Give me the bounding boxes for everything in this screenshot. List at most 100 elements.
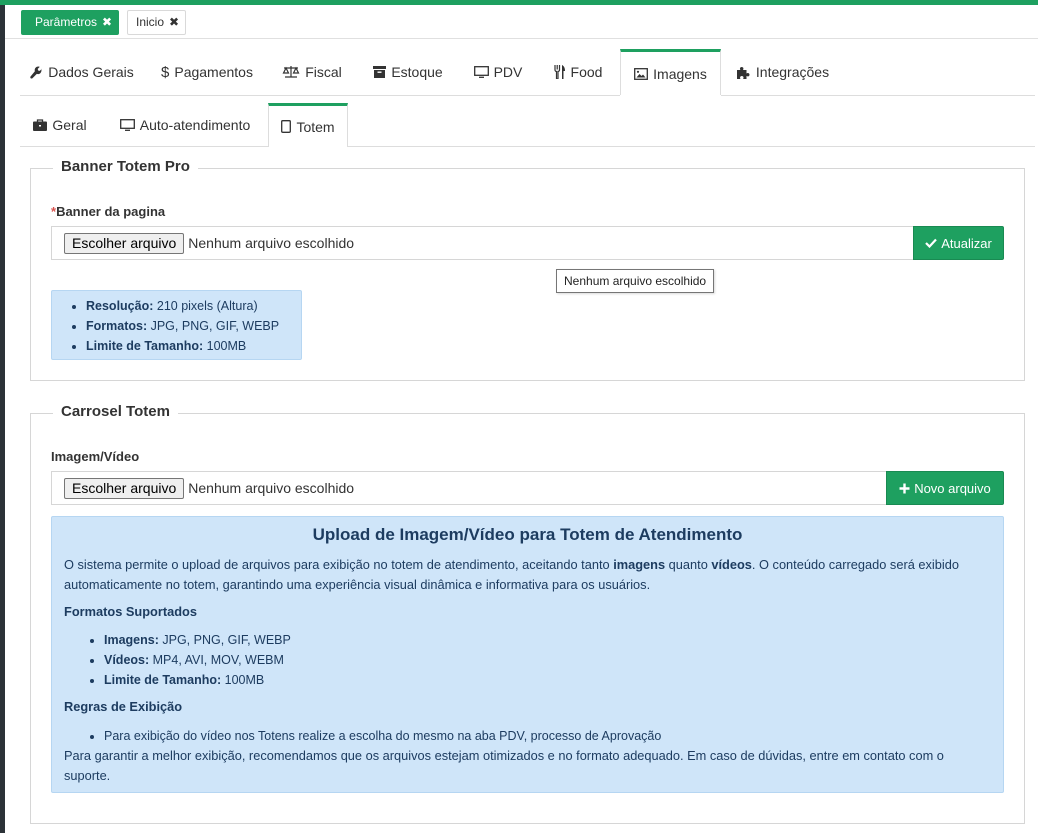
rules-list: Para exibição do vídeo nos Totens realiz… (70, 726, 970, 746)
list-item: Limite de Tamanho: 100MB (104, 670, 291, 690)
spec-value: JPG, PNG, GIF, WEBP (147, 319, 280, 333)
tab-food[interactable]: Food (546, 49, 610, 95)
carousel-file-input[interactable]: Escolher arquivo Nenhum arquivo escolhid… (51, 471, 887, 505)
left-sidebar-edge (0, 5, 5, 833)
list-item: Resolução: 210 pixels (Altura) (86, 296, 301, 316)
tab-label: Estoque (391, 64, 443, 80)
tab-label: Food (570, 64, 603, 80)
tab-underline (20, 95, 620, 96)
rules-list-wrap: Para exibição do vídeo nos Totens realiz… (70, 726, 970, 746)
new-file-button-label: Novo arquivo (914, 480, 991, 496)
file-status-text: Nenhum arquivo escolhido (188, 480, 355, 496)
choose-file-button[interactable]: Escolher arquivo (64, 477, 185, 499)
section-legend: Carrosel Totem (53, 403, 178, 420)
tab-label: Imagens (653, 65, 707, 82)
file-status-text: Nenhum arquivo escolhido (188, 235, 355, 251)
dollar-icon: $ (161, 63, 170, 81)
spec-key: Formatos: (86, 319, 148, 333)
tab-imagens[interactable]: Imagens (620, 49, 721, 95)
upload-info-title: Upload de Imagem/Vídeo para Totem de Ate… (312, 525, 743, 544)
tablet-icon (281, 120, 292, 133)
intro-text: . O conteúdo carregado será exibido (751, 557, 959, 572)
cutlery-icon (553, 65, 565, 79)
update-button-label: Atualizar (941, 235, 992, 251)
monitor-icon (473, 66, 489, 78)
sub-tabs: Geral Auto-atendimento Totem (20, 103, 1030, 147)
puzzle-icon (736, 66, 750, 79)
intro-bold: imagens (613, 557, 666, 572)
banner-specs-list: Resolução: 210 pixels (Altura) Formatos:… (52, 296, 301, 356)
intro-text: quanto (665, 557, 712, 572)
format-value: 100MB (221, 673, 265, 687)
list-item: Limite de Tamanho: 100MB (86, 336, 301, 356)
upload-info-box: Upload de Imagem/Vídeo para Totem de Ate… (51, 516, 1004, 793)
tab-pdv[interactable]: PDV (467, 49, 529, 95)
list-item: Imagens: JPG, PNG, GIF, WEBP (104, 630, 291, 650)
close-icon[interactable]: ✖ (169, 11, 179, 34)
choose-file-button[interactable]: Escolher arquivo (64, 232, 185, 254)
format-value: JPG, PNG, GIF, WEBP (158, 633, 291, 647)
spec-key: Resolução: (86, 299, 154, 313)
tab-label: Pagamentos (174, 64, 253, 80)
subtab-totem[interactable]: Totem (268, 103, 348, 147)
banner-file-input[interactable]: Escolher arquivo Nenhum arquivo escolhid… (51, 226, 914, 260)
section-legend: Banner Totem Pro (53, 158, 198, 175)
upload-footer-line1: Para garantir a melhor exibição, recomen… (64, 748, 944, 763)
list-item: Para exibição do vídeo nos Totens realiz… (104, 726, 970, 746)
formats-heading: Formatos Suportados (64, 604, 197, 619)
document-tabs-bar: Parâmetros ✖ Inicio ✖ (5, 5, 1038, 39)
tab-label: Dados Gerais (48, 64, 134, 80)
spec-key: Limite de Tamanho: (86, 339, 204, 353)
archive-icon (373, 66, 387, 78)
doc-tab-inicio[interactable]: Inicio ✖ (127, 10, 186, 35)
format-key: Vídeos: (104, 653, 150, 667)
tab-underline (721, 95, 1035, 96)
banner-field-label: *Banner da pagina (51, 204, 165, 219)
main-tabs: Dados Gerais $ Pagamentos Fiscal Estoque… (20, 49, 1030, 95)
check-icon (925, 238, 938, 248)
format-value: MP4, AVI, MOV, WEBM (149, 653, 284, 667)
new-file-button[interactable]: Novo arquivo (886, 471, 1004, 505)
doc-tab-label: Parâmetros (35, 15, 98, 29)
tab-estoque[interactable]: Estoque (366, 49, 450, 95)
tab-label: Fiscal (305, 64, 342, 80)
wrench-icon (30, 66, 42, 79)
plus-icon (899, 483, 910, 493)
rules-heading: Regras de Exibição (64, 699, 183, 714)
intro-bold: vídeos (711, 557, 752, 572)
banner-label-text: Banner da pagina (56, 204, 166, 219)
carousel-field-label: Imagem/Vídeo (51, 449, 140, 464)
list-item: Formatos: JPG, PNG, GIF, WEBP (86, 316, 301, 336)
image-icon (634, 67, 649, 80)
format-key: Imagens: (104, 633, 159, 647)
intro-text: O sistema permite o upload de arquivos p… (64, 557, 614, 572)
close-icon[interactable]: ✖ (102, 11, 112, 34)
tab-pagamentos[interactable]: $ Pagamentos (154, 49, 260, 95)
formats-list: Imagens: JPG, PNG, GIF, WEBP Vídeos: MP4… (70, 630, 291, 690)
doc-tab-parametros[interactable]: Parâmetros ✖ (21, 10, 119, 35)
tab-dados-gerais[interactable]: Dados Gerais (20, 49, 144, 95)
tab-label: Totem (296, 118, 335, 135)
tab-label: Integrações (755, 64, 830, 80)
doc-tab-label: Inicio (136, 15, 165, 29)
subtab-geral[interactable]: Geral (28, 103, 92, 147)
spec-value: 100MB (203, 339, 247, 353)
subtab-auto-atendimento[interactable]: Auto-atendimento (115, 103, 255, 147)
upload-intro-line1: O sistema permite o upload de arquivos p… (64, 555, 994, 575)
briefcase-icon (33, 119, 48, 131)
upload-footer-line2: suporte. (64, 768, 111, 783)
tab-label: PDV (493, 64, 523, 80)
file-tooltip: Nenhum arquivo escolhido (556, 269, 715, 293)
format-key: Limite de Tamanho: (104, 673, 222, 687)
list-item: Vídeos: MP4, AVI, MOV, WEBM (104, 650, 291, 670)
tab-label: Auto-atendimento (139, 117, 251, 133)
monitor-icon (119, 119, 135, 131)
formats-list-wrap: Imagens: JPG, PNG, GIF, WEBP Vídeos: MP4… (70, 630, 291, 690)
tab-fiscal[interactable]: Fiscal (275, 49, 349, 95)
update-button[interactable]: Atualizar (913, 226, 1004, 260)
balance-scale-icon (282, 66, 300, 78)
tab-integracoes[interactable]: Integrações (730, 49, 836, 95)
spec-value: 210 pixels (Altura) (153, 299, 258, 313)
banner-specs-box: Resolução: 210 pixels (Altura) Formatos:… (51, 290, 302, 360)
tab-label: Geral (52, 117, 87, 133)
